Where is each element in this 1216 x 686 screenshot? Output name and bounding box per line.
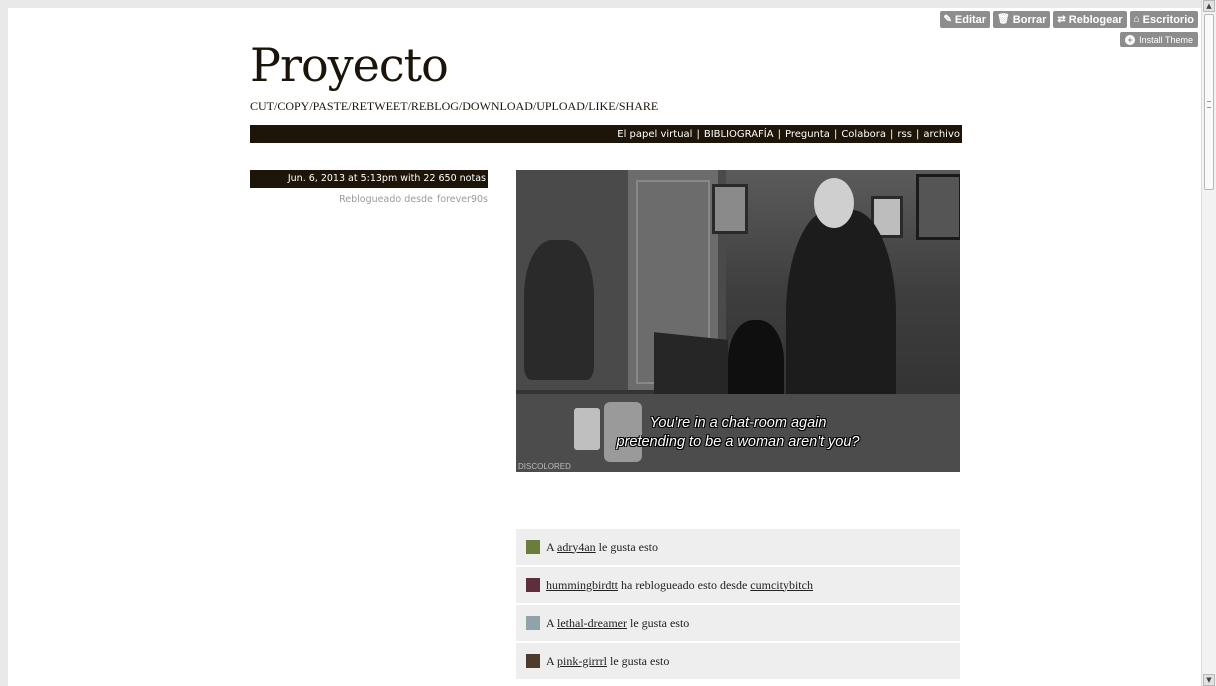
note-suffix: le gusta esto (595, 539, 658, 554)
caption-line-1: You're in a chat-room again (649, 415, 827, 431)
note-user-link[interactable]: adry4an (557, 540, 596, 555)
scene-plant (524, 240, 594, 380)
note-suffix: le gusta esto (607, 653, 670, 668)
nav-link-pregunta[interactable]: Pregunta (785, 129, 830, 140)
note-prefix: A (546, 653, 558, 668)
note-user-link[interactable]: lethal-dreamer (557, 616, 627, 631)
nav-link-bibliografia[interactable]: BIBLIOGRAFÍA (704, 129, 774, 140)
nav-link-archivo[interactable]: archivo (923, 129, 960, 140)
note-source-link[interactable]: cumcitybitch (750, 578, 813, 593)
edit-button[interactable]: ✎ Editar (939, 11, 991, 28)
caption-line-2: pretending to be a woman aren't you? (616, 434, 860, 450)
install-theme-label: Install Theme (1139, 34, 1193, 45)
plus-icon: + (1125, 34, 1136, 45)
avatar[interactable] (526, 616, 540, 630)
avatar[interactable] (526, 578, 540, 592)
avatar[interactable] (526, 540, 540, 554)
note-suffix: ha reblogueado esto desde (618, 577, 751, 592)
scroll-up-arrow-icon[interactable]: ▲ (1203, 0, 1215, 12)
nav-link-rss[interactable]: rss (897, 129, 912, 140)
post-date[interactable]: Jun. 6, 2013 at 5:13pm with 22 650 notas (250, 170, 488, 188)
note-prefix: A (546, 539, 558, 554)
reblog-info: Reblogueado desde forever90s (250, 194, 488, 205)
vertical-scrollbar[interactable]: ▲ ▼ (1201, 0, 1216, 686)
nav-separator: | (915, 128, 920, 140)
gif-caption: You're in a chat-room again pretending t… (516, 414, 960, 452)
dashboard-label: Escritorio (1142, 13, 1194, 26)
grip-icon (1207, 101, 1211, 108)
blog-title[interactable]: Proyecto (250, 38, 449, 92)
reblog-icon: ⇄ (1057, 13, 1066, 25)
note-item: hummingbirdtt ha reblogueado esto desde … (516, 567, 960, 603)
note-item: A adry4an le gusta esto (516, 529, 960, 565)
nav-separator: | (696, 128, 700, 140)
scroll-down-arrow-icon[interactable]: ▼ (1203, 674, 1215, 686)
scene-person-head (814, 178, 854, 228)
reblog-button[interactable]: ⇄ Reblogear (1053, 11, 1127, 28)
note-item: A pink-girrrl le gusta esto (516, 643, 960, 679)
delete-button[interactable]: 🗑 Borrar (993, 11, 1051, 28)
post-gif[interactable]: You're in a chat-room again pretending t… (516, 170, 960, 472)
nav-bar: El papel virtual | BIBLIOGRAFÍA | Pregun… (250, 125, 962, 143)
note-user-link[interactable]: pink-girrrl (557, 654, 607, 669)
nav-link-papel-virtual[interactable]: El papel virtual (617, 129, 692, 140)
blog-page: ✎ Editar 🗑 Borrar ⇄ Reblogear ⌂ Escritor… (8, 8, 1202, 686)
note-suffix: le gusta esto (626, 615, 690, 630)
nav-separator: | (890, 128, 894, 140)
home-icon: ⌂ (1133, 13, 1140, 25)
trash-icon: 🗑 (997, 13, 1010, 25)
edit-label: Editar (954, 13, 987, 26)
note-item: A lethal-dreamer le gusta esto (516, 605, 960, 641)
note-user-link[interactable]: hummingbirdtt (546, 578, 618, 593)
scene-picture-frame (712, 184, 748, 234)
tumblr-controls: ✎ Editar 🗑 Borrar ⇄ Reblogear ⌂ Escritor… (939, 11, 1198, 28)
delete-label: Borrar (1012, 13, 1047, 26)
dashboard-button[interactable]: ⌂ Escritorio (1129, 11, 1198, 28)
nav-separator: | (833, 128, 838, 140)
blog-tagline: CUT/COPY/PASTE/RETWEET/REBLOG/DOWNLOAD/U… (250, 99, 659, 113)
avatar[interactable] (526, 654, 540, 668)
nav-link-colabora[interactable]: Colabora (841, 129, 886, 140)
install-theme-button[interactable]: + Install Theme (1120, 32, 1198, 47)
gif-watermark: DISCOLORED (518, 462, 571, 471)
notes-list: A adry4an le gusta esto hummingbirdtt ha… (516, 529, 960, 681)
scene-portrait-frame (916, 174, 960, 240)
reblog-prefix: Reblogueado desde (339, 194, 433, 205)
reblog-label: Reblogear (1068, 13, 1123, 26)
reblog-source-link[interactable]: forever90s (437, 194, 488, 205)
nav-separator: | (777, 128, 781, 140)
edit-icon: ✎ (943, 13, 952, 25)
scroll-thumb[interactable] (1204, 14, 1214, 190)
note-prefix: A (546, 615, 558, 630)
